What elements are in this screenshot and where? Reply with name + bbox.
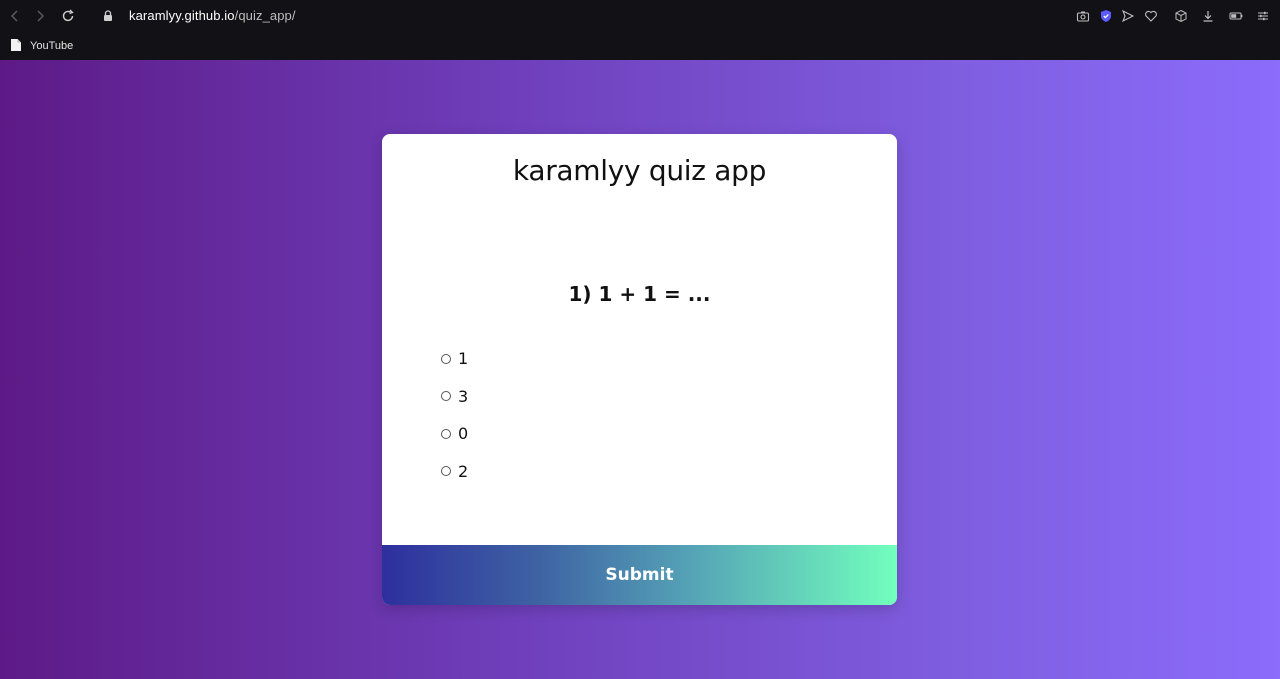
- answer-option-1[interactable]: 1: [441, 340, 841, 378]
- answer-label: 3: [458, 386, 469, 406]
- file-icon: [10, 37, 22, 56]
- answer-option-2[interactable]: 3: [441, 378, 841, 416]
- bookmark-label: YouTube: [30, 40, 74, 52]
- download-icon[interactable]: [1200, 8, 1216, 24]
- browser-toolbar: karamlyy.github.io/quiz_app/: [0, 0, 1280, 33]
- quiz-title: karamlyy quiz app: [512, 154, 767, 187]
- answer-option-3[interactable]: 0: [441, 415, 841, 453]
- browser-chrome: karamlyy.github.io/quiz_app/ YouTube: [0, 0, 1280, 60]
- forward-icon[interactable]: [32, 8, 48, 24]
- bookmarks-bar: YouTube: [0, 33, 1280, 60]
- answer-label: 2: [458, 461, 469, 481]
- submit-button[interactable]: Submit: [382, 545, 897, 605]
- camera-icon[interactable]: [1075, 8, 1091, 24]
- page-background: karamlyy quiz app 1) 1 + 1 = ... 1 3 0 2…: [0, 60, 1280, 679]
- shield-icon[interactable]: [1098, 8, 1114, 24]
- heart-icon[interactable]: [1143, 8, 1159, 24]
- answer-radio[interactable]: [441, 391, 451, 402]
- answer-label: 0: [458, 424, 469, 444]
- question-text: 1) 1 + 1 = ...: [568, 282, 711, 306]
- answer-option-4[interactable]: 2: [441, 453, 841, 491]
- back-icon[interactable]: [7, 8, 23, 24]
- settings-sliders-icon[interactable]: [1255, 8, 1271, 24]
- bookmark-youtube[interactable]: YouTube: [10, 37, 73, 55]
- cube-icon[interactable]: [1173, 8, 1189, 24]
- answer-radio[interactable]: [441, 466, 451, 477]
- answer-label: 1: [458, 349, 469, 369]
- reload-icon[interactable]: [60, 8, 76, 24]
- lock-icon[interactable]: [100, 8, 116, 24]
- address-bar[interactable]: karamlyy.github.io/quiz_app/: [129, 8, 296, 23]
- answer-list: 1 3 0 2: [441, 340, 841, 490]
- quiz-card: karamlyy quiz app 1) 1 + 1 = ... 1 3 0 2…: [382, 134, 897, 605]
- send-icon[interactable]: [1120, 8, 1136, 24]
- url-host: karamlyy.github.io: [129, 8, 235, 23]
- url-path: /quiz_app/: [234, 8, 296, 23]
- answer-radio[interactable]: [441, 353, 451, 364]
- battery-icon[interactable]: [1228, 8, 1244, 24]
- answer-radio[interactable]: [441, 428, 451, 439]
